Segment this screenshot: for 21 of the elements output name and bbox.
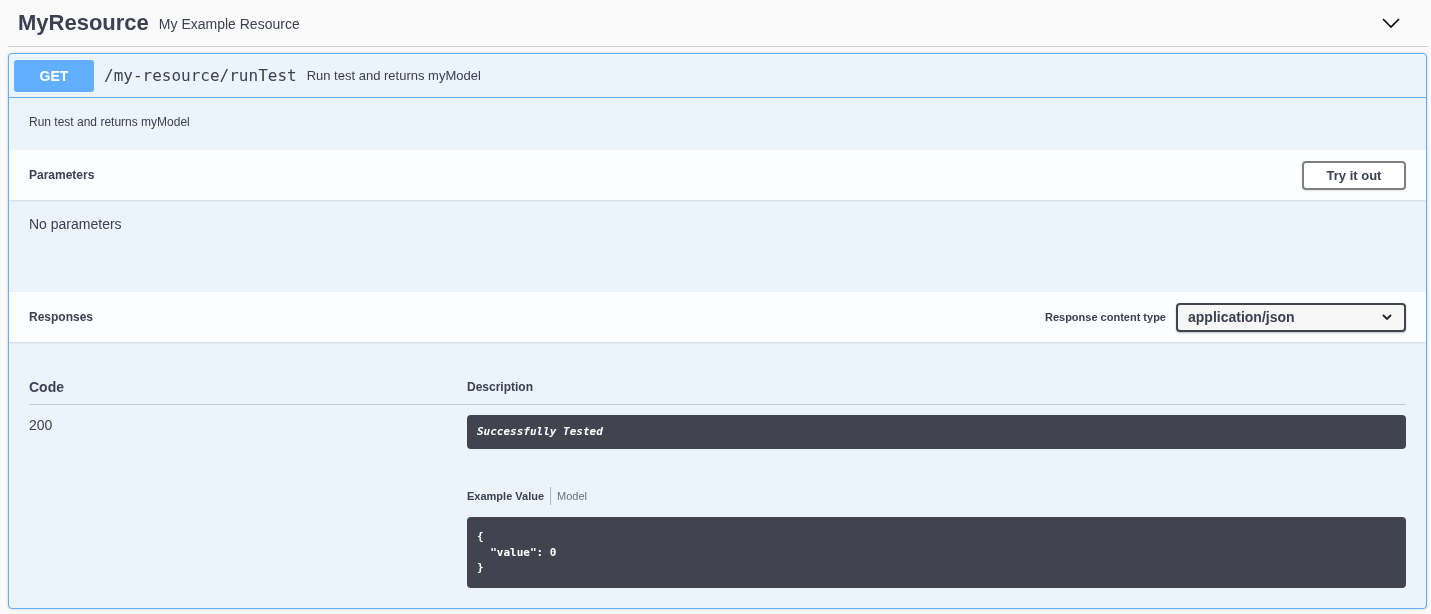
section-title: Responses (29, 310, 95, 324)
example-tab[interactable]: Model (557, 490, 593, 502)
operation-description: Run test and returns myModel (29, 114, 191, 130)
example-code-block: { "value": 0 } (467, 517, 1406, 588)
section-title: Parameters (29, 168, 96, 182)
try-it-out-button[interactable]: Try it out (1302, 160, 1406, 190)
empty-message: No parameters (29, 216, 123, 232)
column-header: Description (467, 380, 533, 394)
column-header: Code (29, 379, 64, 395)
chevron-icon[interactable] (1382, 18, 1400, 28)
resource-description: My Example Resource (158, 16, 300, 32)
content-type-select[interactable]: application/json (1176, 302, 1406, 332)
example-tab[interactable]: Example Value (467, 490, 551, 502)
response-description: Successfully Tested (467, 415, 1406, 449)
resource-title: MyResource (18, 10, 149, 36)
caret-icon (1382, 314, 1392, 320)
status-code: 200 (29, 417, 53, 433)
method-badge: GET (14, 59, 94, 92)
endpoint-summary: Run test and returns myModel (306, 68, 481, 83)
endpoint-path: /my-resource/runTest (104, 66, 297, 85)
content-type-label: Response content type (1044, 311, 1166, 323)
